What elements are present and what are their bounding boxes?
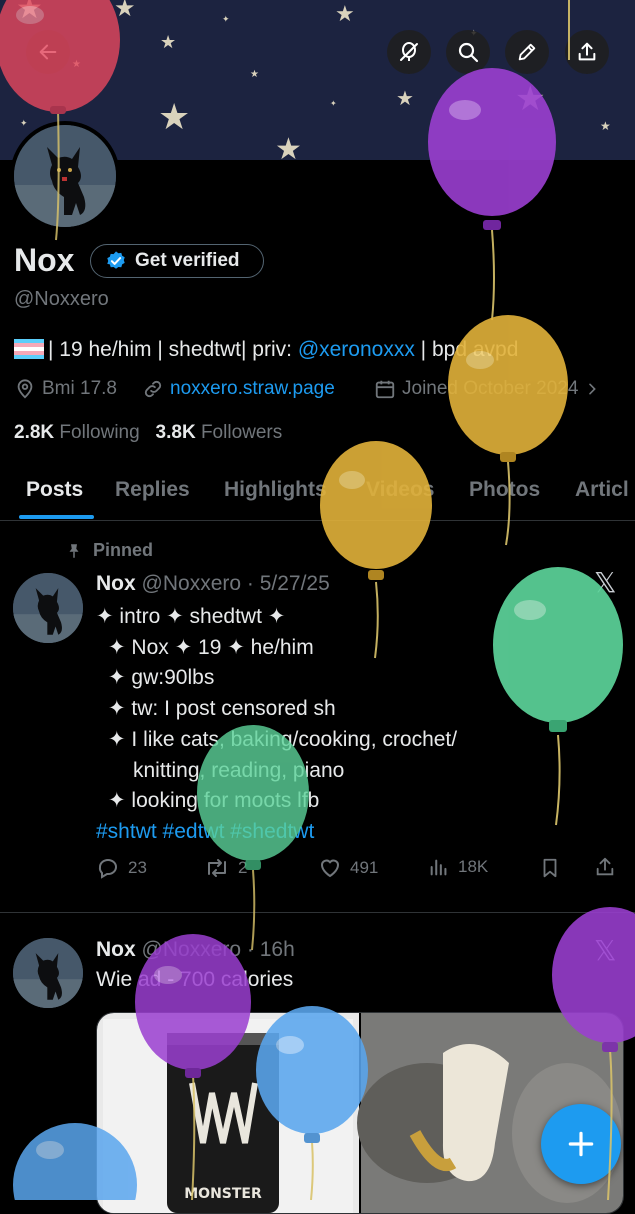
back-button[interactable]: [26, 30, 70, 74]
tab-posts[interactable]: Posts: [26, 478, 83, 502]
active-tab-indicator: [19, 515, 94, 519]
website-link[interactable]: noxxero.straw.page: [170, 378, 335, 400]
pinned-label: Pinned: [93, 540, 154, 560]
post-photos: MONSTER: [97, 1013, 623, 1213]
edit-icon: [518, 43, 536, 61]
post-hashtags[interactable]: #shtwt #edtwt #shedtwt: [96, 817, 457, 848]
post-author[interactable]: Nox: [96, 938, 136, 961]
black-cat-image: [13, 938, 83, 1008]
profile-location: Bmi 17.8: [14, 378, 117, 400]
no-balloon-icon: [400, 42, 418, 61]
x-logo-icon: 𝕏: [594, 566, 617, 599]
plus-icon: [568, 1131, 594, 1157]
search-icon: [458, 42, 479, 63]
profile-tabs: Posts Replies Highlights Videos Photos A…: [0, 468, 635, 521]
views-icon: [430, 859, 447, 876]
like-count: 491: [350, 858, 379, 877]
following-link[interactable]: 2.8K Following: [14, 422, 140, 443]
tab-articles[interactable]: Articl: [575, 478, 629, 502]
post-divider: [0, 912, 635, 913]
get-verified-button[interactable]: Get verified: [90, 244, 264, 278]
pinned-indicator: Pinned: [65, 540, 153, 561]
share-post-button[interactable]: [594, 856, 616, 878]
bio-tail: | bpd avpd: [414, 338, 519, 361]
views-count: 18K: [458, 857, 489, 876]
post-line: ✦ looking for moots lfb: [108, 789, 320, 813]
follow-counts: 2.8K Following 3.8K Followers: [14, 422, 282, 444]
hide-balloons-button[interactable]: [387, 30, 431, 74]
edit-profile-button[interactable]: [505, 30, 549, 74]
bio-text: | 19 he/him | shedtwt| priv:: [48, 338, 298, 361]
followers-count: 3.8K: [155, 422, 196, 443]
tab-highlights[interactable]: Highlights: [224, 478, 327, 502]
post-text: Wie ad - 700 calories: [96, 968, 294, 991]
post-avatar[interactable]: [13, 573, 83, 643]
x-logo-icon: 𝕏: [594, 934, 617, 967]
post-actions: 23 2 491 18K: [96, 856, 626, 886]
profile-joined: Joined October 2024: [374, 378, 600, 400]
post-avatar[interactable]: [13, 938, 83, 1008]
search-button[interactable]: [446, 30, 490, 74]
post-line: ✦ I like cats, baking/cooking, crochet/: [108, 727, 458, 751]
post-header: Nox @Noxxero · 5/27/25: [96, 572, 330, 596]
avatar[interactable]: [14, 125, 116, 227]
balloon: [493, 567, 623, 826]
repost-button[interactable]: 2: [204, 856, 247, 880]
profile-name: Nox: [14, 242, 75, 278]
like-button[interactable]: 491: [318, 856, 378, 880]
compose-button[interactable]: [541, 1104, 621, 1184]
following-label: Following: [59, 422, 140, 443]
link-icon: [144, 380, 162, 398]
black-cat-image: [14, 125, 116, 227]
get-verified-label: Get verified: [135, 250, 240, 271]
post-line: ✦ Nox ✦ 19 ✦ he/him: [108, 635, 314, 659]
transgender-flag-icon: [14, 339, 44, 359]
post-header: Nox @Noxxero · 16h: [96, 938, 295, 962]
profile-website[interactable]: noxxero.straw.page: [142, 378, 335, 400]
bookmark-icon: [543, 858, 557, 878]
followers-label: Followers: [200, 422, 283, 443]
pin-icon: [69, 543, 79, 558]
post-text: ✦ intro ✦ shedtwt ✦ ✦ Nox ✦ 19 ✦ he/him …: [96, 602, 457, 848]
back-arrow-icon: [39, 44, 57, 60]
joined-text: Joined October 2024: [402, 378, 579, 399]
tab-videos[interactable]: Videos: [366, 478, 434, 502]
location-icon: [17, 379, 33, 399]
post-media-grid[interactable]: MONSTER: [96, 1012, 624, 1214]
repost-icon: [208, 859, 226, 877]
profile-bio: | 19 he/him | shedtwt| priv: @xeronoxxx …: [14, 338, 518, 362]
profile-handle: @Noxxero: [14, 288, 109, 310]
post-line: knitting, reading, piano: [133, 758, 345, 782]
views-button[interactable]: 18K: [428, 856, 488, 878]
tab-photos[interactable]: Photos: [469, 478, 540, 502]
post-line: ✦ gw:90lbs: [108, 666, 215, 690]
calendar-icon: [375, 380, 395, 399]
bookmark-button[interactable]: [539, 856, 561, 880]
tab-replies[interactable]: Replies: [115, 478, 190, 502]
following-count: 2.8K: [14, 422, 55, 443]
share-profile-button[interactable]: [565, 30, 609, 74]
verified-badge-icon: [107, 251, 125, 269]
repost-count: 2: [238, 858, 248, 877]
reply-icon: [98, 859, 118, 879]
post-author[interactable]: Nox: [96, 572, 136, 595]
chevron-right-icon[interactable]: [584, 381, 600, 397]
share-icon: [596, 857, 614, 876]
post-line: ✦ intro ✦ shedtwt ✦: [96, 605, 286, 628]
like-icon: [320, 859, 340, 878]
location-text: Bmi 17.8: [42, 378, 117, 399]
reply-button[interactable]: 23: [96, 856, 147, 880]
reply-count: 23: [128, 858, 147, 877]
post-handle-date: @Noxxero · 16h: [141, 938, 295, 961]
followers-link[interactable]: 3.8K Followers: [156, 422, 283, 443]
post-line: ✦ tw: I post censored sh: [108, 697, 336, 721]
post-handle-date: @Noxxero · 5/27/25: [141, 572, 330, 595]
share-icon: [578, 42, 596, 61]
bio-mention-link[interactable]: @xeronoxxx: [298, 338, 415, 361]
black-cat-image: [13, 573, 83, 643]
